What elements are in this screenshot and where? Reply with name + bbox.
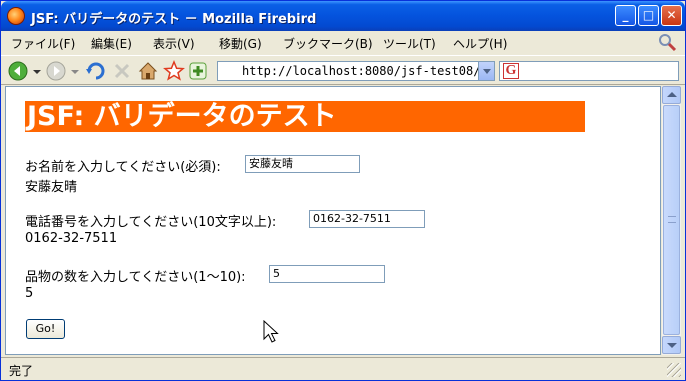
menu-edit[interactable]: 編集(E)	[91, 35, 132, 52]
scroll-up-arrow-icon[interactable]	[662, 86, 681, 104]
menu-bar: ファイル(F) 編集(E) 表示(V) 移動(G) ブックマーク(B) ツール(…	[1, 31, 685, 53]
resize-grip-icon[interactable]	[667, 363, 681, 377]
name-label: お名前を入力してください(必須):	[25, 160, 221, 175]
url-history-dropdown-button[interactable]	[478, 61, 495, 81]
scrollbar-grip-icon	[668, 216, 676, 223]
scrollbar-thumb[interactable]	[663, 105, 680, 335]
throbber-icon	[659, 34, 677, 52]
stop-icon[interactable]	[111, 60, 133, 82]
title-bar[interactable]: JSF: バリデータのテスト － Mozilla Firebird _ □ ✕	[1, 1, 685, 31]
url-input[interactable]: http://localhost:8080/jsf-test08/js	[217, 61, 481, 81]
go-submit-button[interactable]: Go!	[26, 319, 65, 339]
phone-echo: 0162-32-7511	[25, 231, 118, 246]
name-input[interactable]: 安藤友晴	[245, 155, 360, 173]
bookmark-star-icon[interactable]	[163, 60, 185, 82]
new-tab-plus-icon[interactable]	[187, 60, 209, 82]
back-dropdown-icon[interactable]	[31, 60, 43, 82]
page-heading: JSF: バリデータのテスト	[25, 101, 585, 132]
forward-arrow-icon[interactable]	[45, 60, 67, 82]
phone-input[interactable]: 0162-32-7511	[309, 210, 425, 228]
menu-tools[interactable]: ツール(T)	[383, 35, 436, 52]
phone-label: 電話番号を入力してください(10文字以上):	[25, 215, 277, 230]
menu-help[interactable]: ヘルプ(H)	[453, 35, 507, 52]
reload-icon[interactable]	[85, 60, 107, 82]
menu-view[interactable]: 表示(V)	[153, 35, 195, 52]
status-text: 完了	[9, 364, 34, 378]
back-arrow-icon[interactable]	[7, 60, 29, 82]
search-engine-google-icon[interactable]: G	[503, 63, 519, 79]
search-input[interactable]	[499, 61, 679, 81]
close-button[interactable]: ✕	[661, 5, 682, 26]
scroll-down-arrow-icon[interactable]	[662, 336, 681, 354]
browser-window: JSF: バリデータのテスト － Mozilla Firebird _ □ ✕ …	[0, 0, 686, 381]
quantity-label: 品物の数を入力してください(1〜10):	[25, 270, 246, 285]
status-bar: 完了	[1, 357, 685, 380]
name-echo: 安藤友晴	[25, 180, 78, 195]
menu-file[interactable]: ファイル(F)	[11, 35, 75, 52]
mouse-pointer-icon	[263, 320, 279, 343]
forward-dropdown-icon[interactable]	[69, 60, 81, 82]
menu-bookmarks[interactable]: ブックマーク(B)	[283, 35, 373, 52]
quantity-input[interactable]: 5	[269, 265, 385, 283]
quantity-echo: 5	[25, 286, 34, 301]
maximize-button[interactable]: □	[638, 5, 659, 26]
window-title: JSF: バリデータのテスト － Mozilla Firebird	[31, 12, 317, 27]
home-icon[interactable]	[137, 60, 159, 82]
menu-go[interactable]: 移動(G)	[219, 35, 262, 52]
minimize-button[interactable]: _	[615, 5, 636, 26]
firebird-app-icon	[7, 7, 25, 25]
